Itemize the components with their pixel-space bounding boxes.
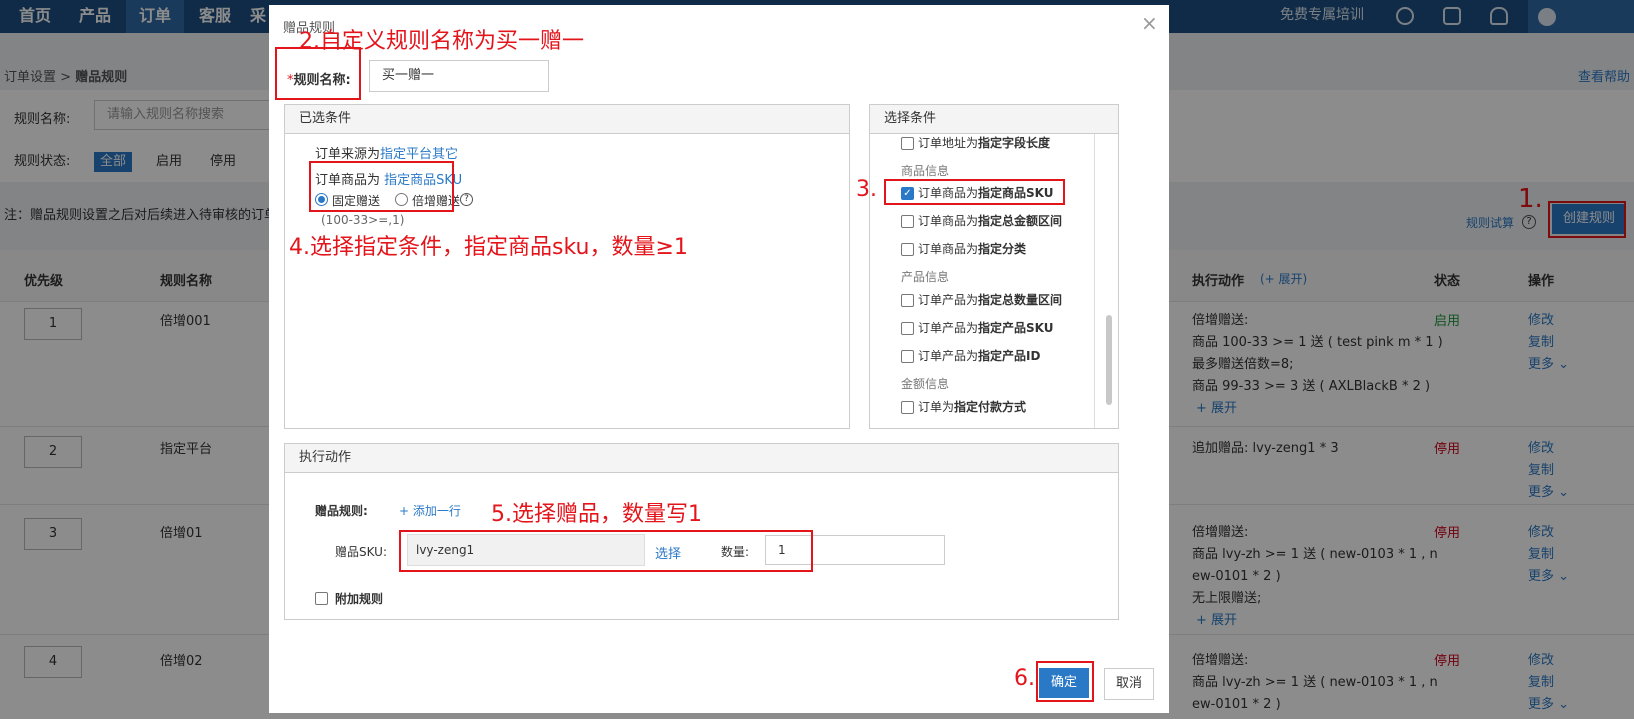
- annotation-6: 6.: [1014, 666, 1035, 691]
- condition-goods-category[interactable]: 订单商品为指定分类: [918, 240, 1026, 257]
- checkbox[interactable]: [901, 401, 914, 414]
- checkbox[interactable]: [901, 350, 914, 363]
- choose-conditions-title: 选择条件: [870, 105, 1118, 134]
- gift-sku-label: 赠品SKU:: [335, 545, 387, 559]
- scrollbar-thumb[interactable]: [1106, 315, 1112, 405]
- action-title: 执行动作: [285, 444, 1118, 473]
- rule-name-input[interactable]: 买一赠一: [369, 60, 549, 92]
- condition-goods-amount[interactable]: 订单商品为指定总金额区间: [918, 212, 1062, 229]
- checkbox[interactable]: [901, 243, 914, 256]
- condition-product-id[interactable]: 订单产品为指定产品ID: [918, 347, 1040, 364]
- condition-product-qty[interactable]: 订单产品为指定总数量区间: [918, 291, 1062, 308]
- annotation-box-4: [309, 161, 454, 212]
- annotation-5: 5.选择赠品，数量写1: [491, 502, 702, 527]
- condition-source: 订单来源为指定平台其它: [315, 147, 459, 162]
- condition-formula: (100-33>=,1): [321, 213, 405, 227]
- checkbox[interactable]: [315, 592, 328, 605]
- annotation-box-5: [399, 530, 813, 572]
- section-amount-info: 金额信息: [901, 377, 950, 391]
- annotation-box-3: [884, 179, 1065, 205]
- extra-rule-label: 附加规则: [335, 592, 384, 606]
- checkbox[interactable]: [901, 322, 914, 335]
- section-goods-info: 商品信息: [901, 164, 950, 178]
- platform-link[interactable]: 指定平台其它: [380, 147, 458, 162]
- condition-product-sku[interactable]: 订单产品为指定产品SKU: [918, 319, 1054, 336]
- choose-conditions-panel: 选择条件 订单地址为指定字段长度 商品信息 ✓ 订单商品为指定商品SKU 订单商…: [869, 104, 1119, 429]
- annotation-2: 2.自定义规则名称为买一赠一: [299, 29, 584, 54]
- condition-payment-method[interactable]: 订单为指定付款方式: [918, 398, 1026, 415]
- checkbox[interactable]: [901, 137, 914, 150]
- annotation-3: 3.: [856, 177, 877, 202]
- help-icon[interactable]: ?: [460, 193, 473, 206]
- checkbox[interactable]: [901, 294, 914, 307]
- condition-list: 订单地址为指定字段长度 商品信息 ✓ 订单商品为指定商品SKU 订单商品为指定总…: [870, 134, 1095, 428]
- selected-conditions-title: 已选条件: [285, 105, 849, 134]
- close-icon[interactable]: ×: [1141, 11, 1158, 35]
- selected-conditions-panel: 已选条件 订单来源为指定平台其它 订单商品为 指定商品SKU 固定赠送 倍增赠送…: [284, 104, 850, 429]
- gift-rule-modal: 赠品规则 × *规则名称: 买一赠一 2.自定义规则名称为买一赠一 已选条件 订…: [269, 5, 1169, 713]
- annotation-box-6: [1036, 661, 1094, 702]
- checkbox[interactable]: [901, 215, 914, 228]
- action-panel: 执行动作 赠品规则: + 添加一行 5.选择赠品，数量写1 赠品SKU: lvy…: [284, 443, 1119, 620]
- add-row-link[interactable]: + 添加一行: [399, 502, 461, 519]
- condition-address-length[interactable]: 订单地址为指定字段长度: [918, 134, 1050, 151]
- section-product-info: 产品信息: [901, 270, 950, 284]
- annotation-4: 4.选择指定条件，指定商品sku，数量≥1: [289, 235, 688, 260]
- cancel-button[interactable]: 取消: [1104, 668, 1154, 700]
- gift-rule-label: 赠品规则:: [315, 504, 368, 518]
